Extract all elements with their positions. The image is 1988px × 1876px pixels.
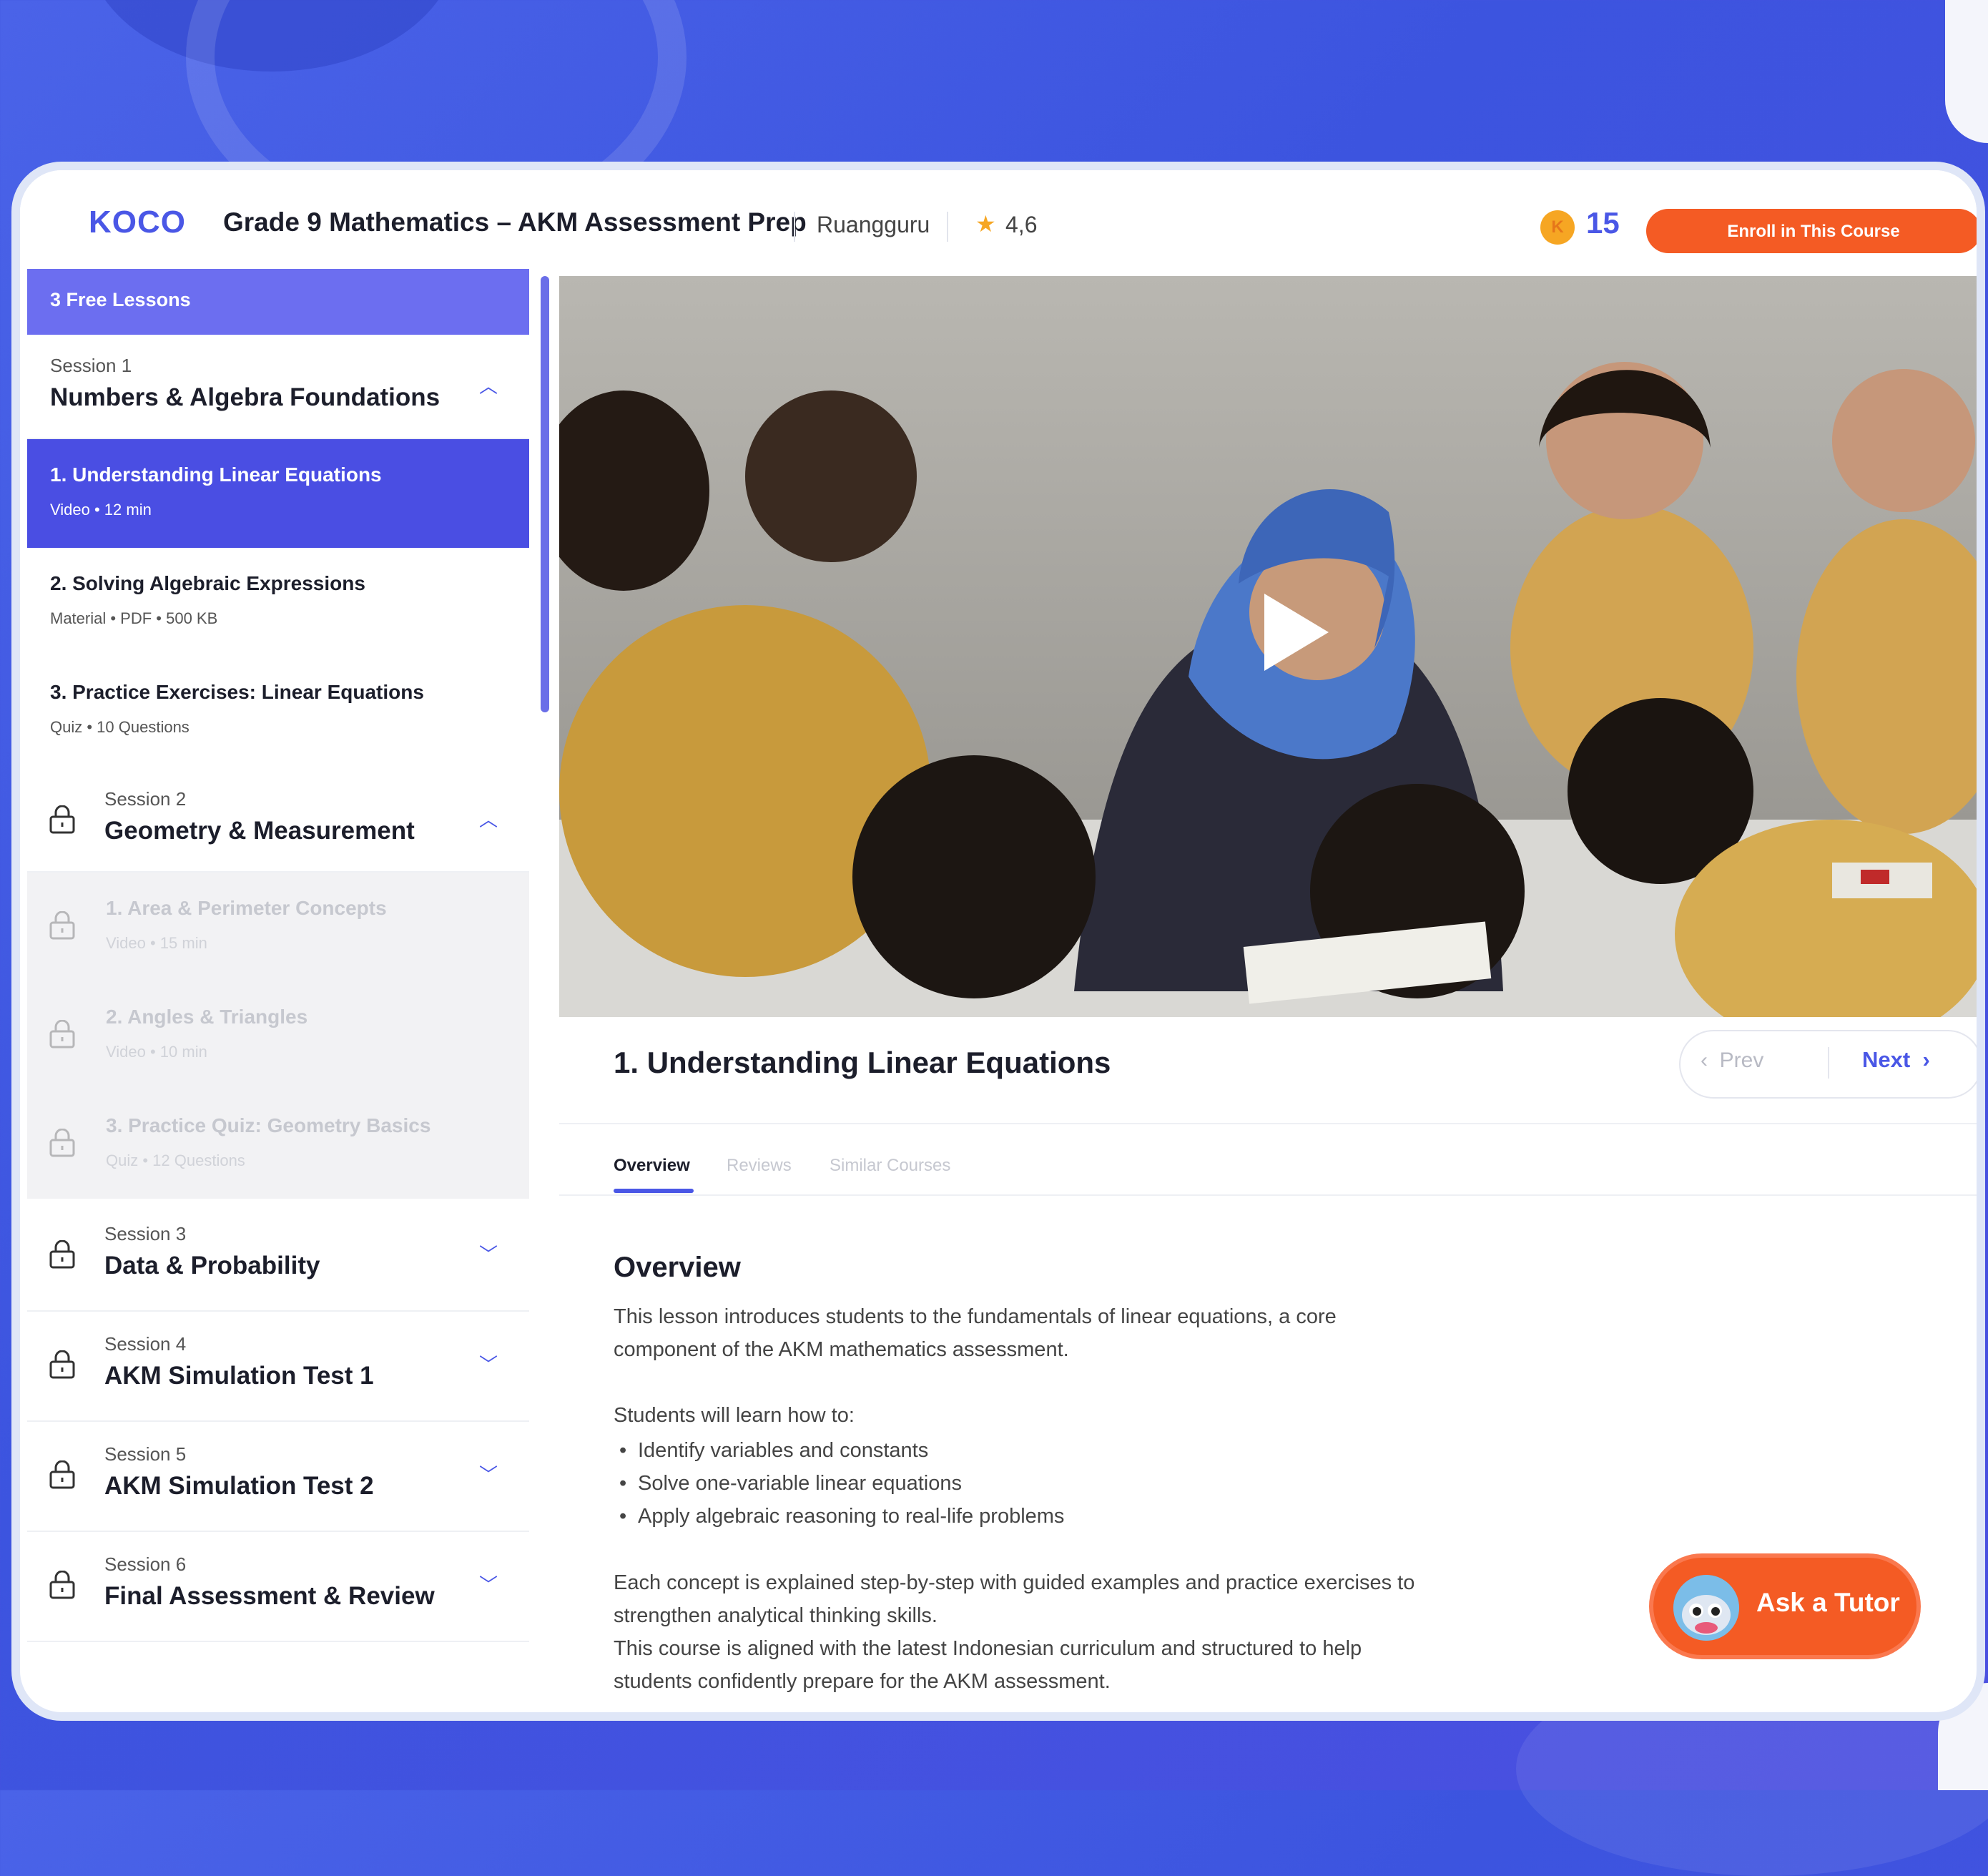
lesson-meta: Quiz • 10 Questions: [50, 718, 190, 736]
lesson-meta: Quiz • 12 Questions: [106, 1151, 245, 1169]
learn-intro: Students will learn how to:: [614, 1404, 855, 1427]
lesson-item-understanding-linear-equations[interactable]: 1. Understanding Linear Equations Video …: [27, 439, 529, 548]
tutor-mascot-icon: [1673, 1575, 1739, 1641]
lesson-title: 1. Understanding Linear Equations: [50, 463, 382, 486]
lesson-heading: 1. Understanding Linear Equations: [614, 1046, 1111, 1079]
lesson-meta: Video • 10 min: [106, 1043, 207, 1061]
sidebar-scrollbar[interactable]: [541, 276, 549, 712]
course-provider[interactable]: Ruangguru: [817, 212, 930, 238]
session-title: AKM Simulation Test 2: [104, 1472, 374, 1500]
ask-a-tutor-label: Ask a Tutor: [1756, 1588, 1900, 1617]
lesson-meta: Video • 12 min: [50, 501, 152, 519]
enroll-button[interactable]: Enroll in This Course: [1646, 209, 1977, 253]
session-2-header[interactable]: Session 2 Geometry & Measurement ︿: [27, 768, 529, 873]
chevron-up-icon[interactable]: ︿: [479, 372, 498, 398]
session-3-header[interactable]: Session 3 Data & Probability ﹀: [27, 1203, 529, 1312]
session-label: Session 4: [104, 1333, 187, 1355]
course-sidebar: 3 Free Lessons Session 1 Numbers & Algeb…: [27, 269, 529, 1656]
header-divider: [947, 212, 948, 242]
koco-logo[interactable]: KOCO: [89, 205, 186, 240]
lesson-item-angles-triangles[interactable]: 2. Angles & Triangles Video • 10 min: [27, 981, 529, 1090]
chevron-down-icon[interactable]: ﹀: [479, 1240, 498, 1267]
session-1-header[interactable]: Session 1 Numbers & Algebra Foundations …: [27, 335, 529, 439]
session-title: Data & Probability: [104, 1252, 320, 1280]
session-4-header[interactable]: Session 4 AKM Simulation Test 1 ﹀: [27, 1313, 529, 1422]
lock-icon: [49, 1020, 75, 1049]
next-label: Next: [1862, 1047, 1911, 1072]
prev-button[interactable]: ‹ Prev: [1701, 1049, 1763, 1073]
chevron-down-icon[interactable]: ﹀: [479, 1571, 498, 1597]
course-title: Grade 9 Mathematics – AKM Assessment Pre…: [223, 207, 807, 237]
lock-icon: [49, 1129, 75, 1157]
tab-similar-courses[interactable]: Similar Courses: [830, 1156, 950, 1176]
chevron-down-icon[interactable]: ﹀: [479, 1350, 498, 1377]
course-window: KOCO Grade 9 Mathematics – AKM Assessmen…: [11, 162, 1985, 1721]
coin-icon: K: [1540, 210, 1575, 245]
bullet-item: Identify variables and constants: [619, 1439, 928, 1463]
lock-icon: [49, 1460, 75, 1489]
chevron-right-icon: ›: [1922, 1047, 1930, 1072]
session-6-header[interactable]: Session 6 Final Assessment & Review ﹀: [27, 1533, 529, 1642]
lesson-item-practice-exercises[interactable]: 3. Practice Exercises: Linear Equations …: [27, 657, 529, 765]
overview-closing-line-2: strengthen analytical thinking skills.: [614, 1604, 938, 1627]
overview-closing-line-4: students confidently prepare for the AKM…: [614, 1670, 1111, 1693]
play-icon[interactable]: [1264, 594, 1329, 671]
session-label: Session 1: [50, 355, 132, 376]
lesson-title: 3. Practice Quiz: Geometry Basics: [106, 1114, 431, 1136]
lock-icon: [49, 1350, 75, 1379]
coin-count: 15: [1586, 206, 1620, 240]
lock-icon: [49, 1240, 75, 1269]
session-title: AKM Simulation Test 1: [104, 1362, 374, 1390]
chevron-up-icon[interactable]: ︿: [479, 805, 498, 832]
active-tab-indicator: [614, 1189, 694, 1193]
tab-overview[interactable]: Overview: [614, 1156, 690, 1176]
lock-icon: [49, 911, 75, 940]
course-header: KOCO Grade 9 Mathematics – AKM Assessmen…: [20, 170, 1977, 269]
overview-intro-line-1: This lesson introduces students to the f…: [614, 1305, 1337, 1328]
session-label: Session 5: [104, 1443, 187, 1465]
overview-closing-line-3: This course is aligned with the latest I…: [614, 1637, 1362, 1660]
star-icon: ★: [975, 211, 996, 237]
lesson-item-geometry-quiz[interactable]: 3. Practice Quiz: Geometry Basics Quiz •…: [27, 1090, 529, 1199]
tab-reviews[interactable]: Reviews: [727, 1156, 792, 1176]
session-title: Final Assessment & Review: [104, 1582, 435, 1610]
chevron-left-icon: ‹: [1701, 1049, 1708, 1072]
next-button[interactable]: Next ›: [1862, 1047, 1930, 1073]
course-rating: 4,6: [1005, 212, 1038, 237]
overview-intro-line-2: component of the AKM mathematics assessm…: [614, 1338, 1069, 1361]
divider: [559, 1123, 1977, 1124]
nav-divider: [1828, 1047, 1829, 1079]
divider: [559, 1194, 1977, 1196]
lock-icon: [49, 1571, 75, 1599]
lesson-title: 2. Solving Algebraic Expressions: [50, 572, 365, 594]
overview-title: Overview: [614, 1252, 741, 1283]
lesson-item-area-perimeter[interactable]: 1. Area & Perimeter Concepts Video • 15 …: [27, 873, 529, 981]
video-player[interactable]: [559, 276, 1977, 1017]
bullet-item: Solve one-variable linear equations: [619, 1472, 962, 1496]
lesson-meta: Material • PDF • 500 KB: [50, 609, 218, 627]
session-label: Session 3: [104, 1223, 187, 1244]
overview-closing-line-1: Each concept is explained step-by-step w…: [614, 1571, 1415, 1594]
lesson-title: 1. Area & Perimeter Concepts: [106, 897, 387, 919]
lesson-meta: Video • 15 min: [106, 934, 207, 952]
chevron-down-icon[interactable]: ﹀: [479, 1460, 498, 1487]
lesson-title: 2. Angles & Triangles: [106, 1006, 308, 1028]
lesson-title: 3. Practice Exercises: Linear Equations: [50, 681, 424, 703]
header-divider: [794, 212, 795, 242]
session-label: Session 2: [104, 788, 187, 810]
session-5-header[interactable]: Session 5 AKM Simulation Test 2 ﹀: [27, 1423, 529, 1532]
prev-label: Prev: [1719, 1049, 1764, 1072]
session-label: Session 6: [104, 1553, 187, 1575]
free-lessons-header: 3 Free Lessons: [27, 269, 529, 335]
ask-a-tutor-button[interactable]: Ask a Tutor: [1649, 1553, 1921, 1659]
background-corner: [1945, 0, 1988, 143]
session-title: Numbers & Algebra Foundations: [50, 383, 441, 411]
bullet-item: Apply algebraic reasoning to real-life p…: [619, 1505, 1064, 1528]
lesson-item-solving-algebraic-expressions[interactable]: 2. Solving Algebraic Expressions Materia…: [27, 548, 529, 657]
session-title: Geometry & Measurement: [104, 817, 415, 845]
lock-icon: [49, 805, 75, 834]
